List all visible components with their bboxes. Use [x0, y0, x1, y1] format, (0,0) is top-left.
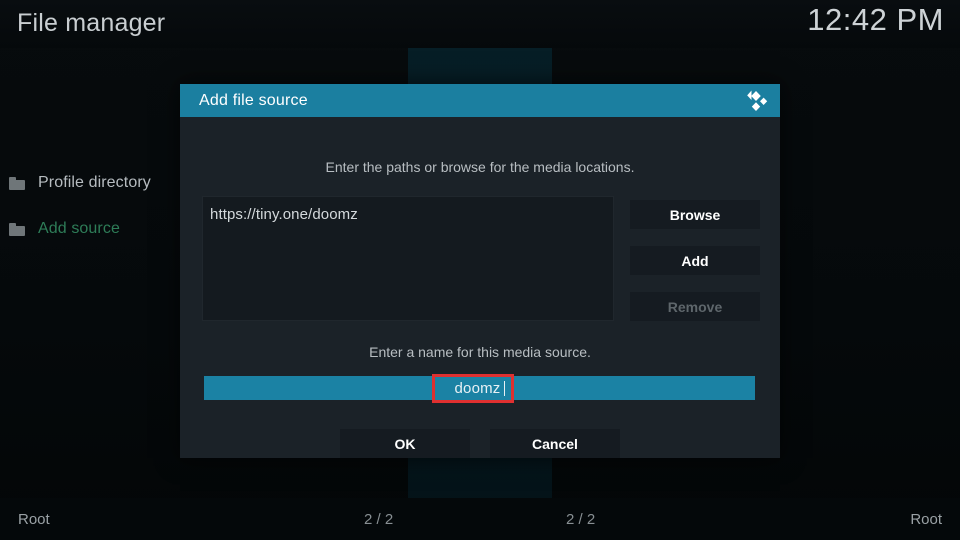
footer-left-path: Root [18, 510, 50, 528]
list-item-label: Add source [38, 220, 120, 237]
folder-icon [9, 176, 25, 190]
remove-button: Remove [630, 292, 760, 321]
name-hint: Enter a name for this media source. [369, 344, 591, 360]
footer-right-count: 2 / 2 [566, 510, 596, 528]
source-name-input[interactable]: doomz [204, 376, 755, 400]
list-item-label: Profile directory [38, 174, 151, 191]
page-title: File manager [17, 9, 166, 37]
add-file-source-dialog: Add file source Enter the paths or brows… [180, 84, 780, 458]
footer-left-count: 2 / 2 [364, 510, 394, 528]
paths-hint: Enter the paths or browse for the media … [325, 159, 635, 175]
list-item-add-source[interactable]: Add source [0, 206, 200, 252]
browse-button[interactable]: Browse [630, 200, 760, 229]
dialog-title: Add file source [199, 91, 308, 109]
folder-icon [9, 222, 25, 236]
dialog-titlebar: Add file source [180, 84, 780, 117]
add-button[interactable]: Add [630, 246, 760, 275]
cancel-button[interactable]: Cancel [490, 429, 620, 458]
ok-button[interactable]: OK [340, 429, 470, 458]
footer-right-path: Root [910, 510, 942, 528]
text-cursor [503, 380, 505, 396]
source-name-value: doomz [454, 379, 501, 397]
list-item-profile-directory[interactable]: Profile directory [0, 160, 200, 206]
dialog-body: Enter the paths or browse for the media … [180, 117, 780, 458]
path-list-item[interactable]: https://tiny.one/doomz [210, 206, 358, 223]
kodi-screen: File manager 12:42 PM Profile directory … [0, 0, 960, 540]
file-list: Profile directory Add source [0, 160, 200, 252]
paths-listbox[interactable]: https://tiny.one/doomz [202, 196, 614, 321]
bottom-bar [0, 498, 960, 540]
kodi-logo-icon [747, 90, 768, 111]
clock: 12:42 PM [807, 2, 944, 37]
